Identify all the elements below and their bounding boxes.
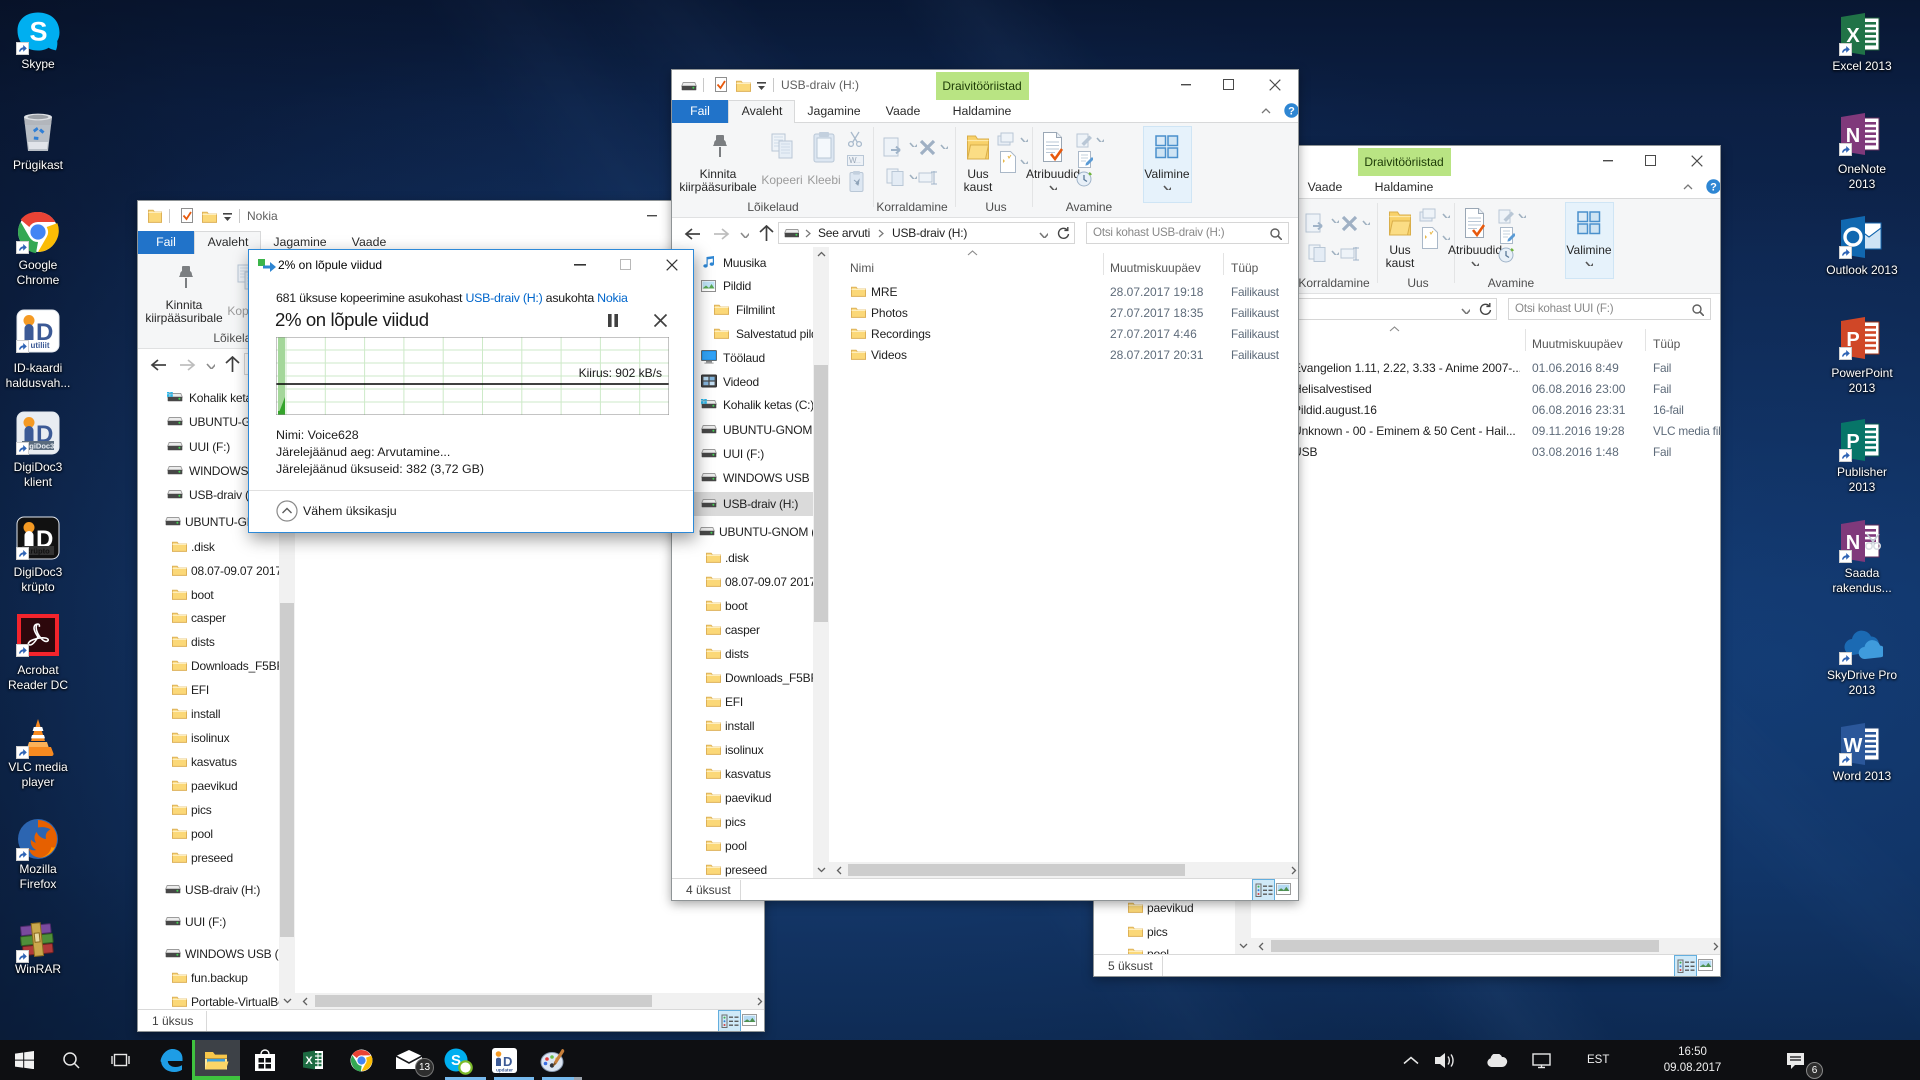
svg-text:S: S xyxy=(29,17,47,47)
svg-text:krüpto: krüpto xyxy=(26,547,50,556)
svg-text:?: ? xyxy=(1710,182,1717,194)
svg-text:...: ... xyxy=(855,158,861,165)
svg-text:?: ? xyxy=(1288,106,1295,118)
svg-text:updater: updater xyxy=(496,1068,513,1073)
svg-text:X: X xyxy=(305,1055,313,1067)
svg-text:utiliit: utiliit xyxy=(30,341,49,350)
